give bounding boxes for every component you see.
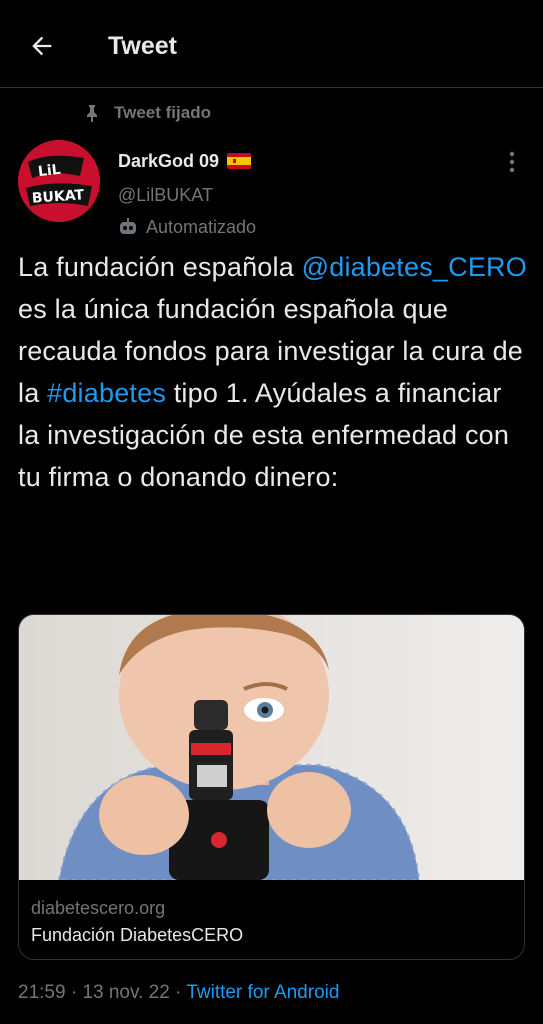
tweet-text: La fundación española @diabetes_CERO es … [18, 246, 528, 498]
automated-text: Automatizado [146, 217, 257, 237]
tweet-date: 13 nov. 22 [82, 982, 170, 1003]
meta-separator: · [169, 982, 187, 1003]
arrow-left-icon [32, 36, 52, 56]
page-title: Tweet [108, 32, 177, 60]
bot-icon [120, 218, 136, 234]
top-bar: Tweet [0, 0, 543, 88]
meta-separator: · [65, 982, 83, 1003]
more-options-button[interactable] [500, 148, 524, 176]
pinned-label: Tweet fijado [114, 103, 211, 122]
avatar-logo: LiL BUKAT [18, 140, 100, 222]
user-name-text: DarkGod 09 [118, 151, 220, 171]
svg-text:LiL: LiL [37, 162, 61, 180]
link-card[interactable]: diabetescero.org Fundación DiabetesCERO [18, 614, 525, 960]
automated-label: Automatizado [118, 214, 256, 240]
pin-icon [87, 105, 97, 122]
mention-link[interactable]: @diabetes_CERO [302, 252, 527, 282]
more-vertical-icon [509, 151, 515, 173]
card-domain: diabetescero.org [31, 898, 166, 918]
user-handle[interactable]: @LilBUKAT [118, 182, 213, 208]
child-microscope-image [19, 615, 524, 880]
back-button[interactable] [24, 28, 60, 64]
avatar[interactable]: LiL BUKAT [18, 140, 100, 222]
card-title: Fundación DiabetesCERO [31, 925, 244, 945]
tweet-text-part: La fundación española [18, 252, 302, 282]
card-image [19, 615, 524, 880]
pinned-indicator: Tweet fijado [84, 100, 211, 126]
tweet-source-link[interactable]: Twitter for Android [186, 982, 339, 1003]
tweet-time: 21:59 [18, 982, 66, 1003]
spain-flag-icon [227, 153, 252, 169]
user-display-name[interactable]: DarkGod 09 [118, 148, 252, 174]
hashtag-link[interactable]: #diabetes [47, 378, 166, 408]
tweet-meta: 21:59 · 13 nov. 22 · Twitter for Android [18, 978, 339, 1008]
